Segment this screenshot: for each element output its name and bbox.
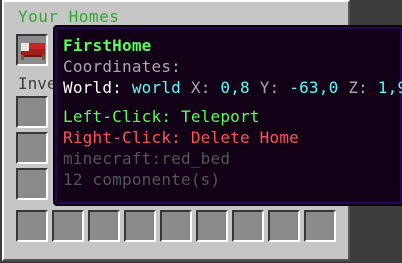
red-bed-icon — [21, 43, 45, 60]
hotbar-slot-5[interactable] — [160, 210, 192, 242]
tooltip-spacer — [63, 98, 400, 106]
x-value: 0,8 — [220, 78, 250, 97]
item-id: minecraft:red_bed — [63, 149, 231, 168]
inventory-label: Inve — [18, 74, 57, 93]
home-slot-firsthome[interactable] — [16, 34, 48, 66]
window-title: Your Homes — [18, 7, 120, 26]
right-click-action: Right-Click: Delete Home — [63, 128, 299, 147]
components-count: 12 componente(s) — [63, 170, 221, 189]
hotbar-slot-1[interactable] — [16, 210, 48, 242]
hotbar-slot-6[interactable] — [196, 210, 228, 242]
inventory-slot[interactable] — [16, 168, 48, 200]
hotbar-slot-3[interactable] — [88, 210, 120, 242]
hotbar-slot-4[interactable] — [124, 210, 156, 242]
world-label: World: — [63, 78, 122, 97]
home-name: FirstHome — [63, 36, 152, 55]
coordinates-line: World: world X: 0,8 Y: -63,0 Z: 1,9 — [63, 77, 402, 98]
hotbar-slot-2[interactable] — [52, 210, 84, 242]
z-label: Z: — [348, 78, 368, 97]
hotbar-slot-8[interactable] — [268, 210, 300, 242]
left-click-action: Left-Click: Teleport — [63, 107, 260, 126]
y-label: Y: — [259, 78, 280, 97]
hotbar-slot-7[interactable] — [232, 210, 264, 242]
world-value: world — [131, 78, 182, 97]
item-tooltip: FirstHome Coordinates: World: world X: 0… — [55, 27, 402, 204]
hotbar-slot-9[interactable] — [304, 210, 336, 242]
coordinates-label: Coordinates: — [63, 57, 181, 76]
inventory-slot[interactable] — [16, 96, 48, 128]
inventory-slot[interactable] — [16, 132, 48, 164]
z-value: 1,9 — [377, 78, 402, 97]
y-value: -63,0 — [289, 78, 339, 97]
x-label: X: — [190, 78, 211, 97]
